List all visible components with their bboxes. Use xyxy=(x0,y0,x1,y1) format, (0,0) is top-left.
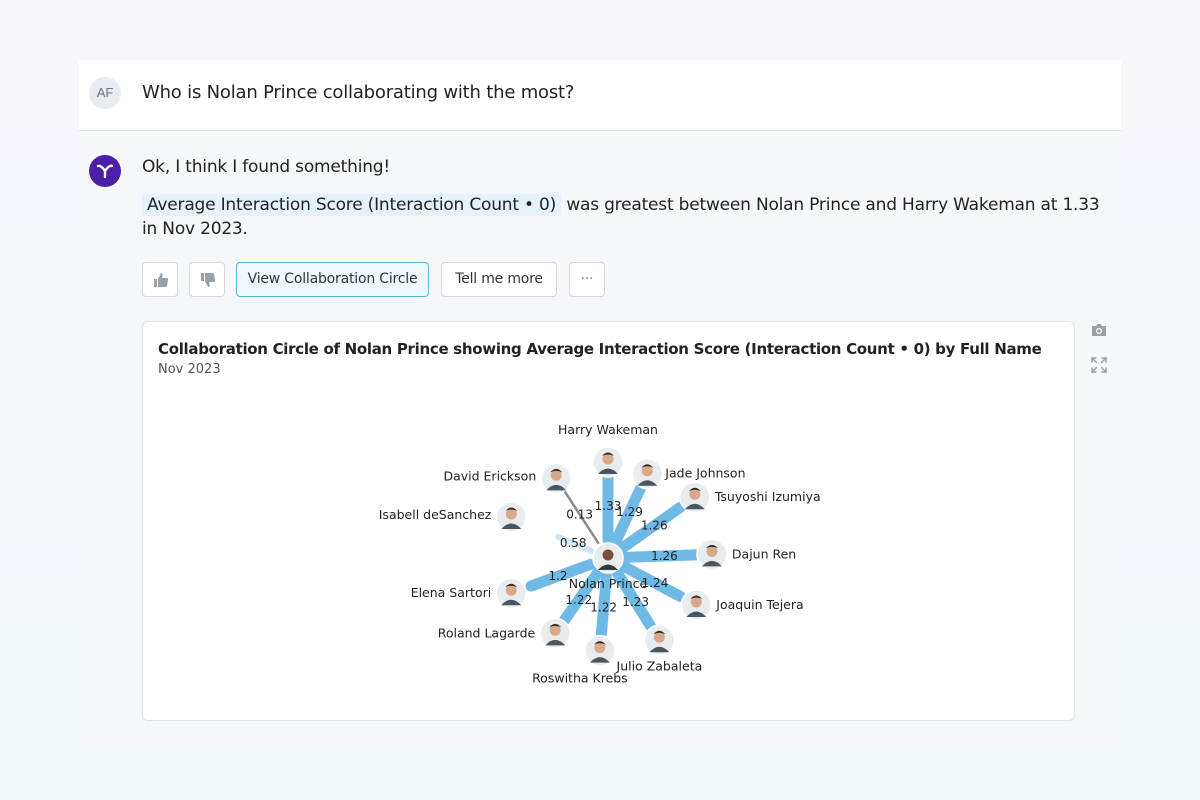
person-avatar[interactable] xyxy=(631,457,664,490)
person-name-label: Roswitha Krebs xyxy=(532,671,628,686)
value-label: 1.26 xyxy=(651,549,678,563)
person-avatar[interactable] xyxy=(592,446,624,478)
person-name-label: Jade Johnson xyxy=(664,466,745,481)
value-label: 0.13 xyxy=(566,507,593,521)
thumbs-up-icon xyxy=(154,273,169,287)
person-name-label: Joaquin Tejera xyxy=(715,597,803,612)
user-avatar: AF xyxy=(89,77,121,109)
person-name-label: Isabell deSanchez xyxy=(379,507,492,522)
view-collaboration-circle-button[interactable]: View Collaboration Circle xyxy=(236,262,429,297)
value-label: 1.22 xyxy=(565,593,592,607)
thumbs-down-button[interactable] xyxy=(189,262,225,297)
person-name-label: Elena Sartori xyxy=(411,585,492,600)
person-name-label: Harry Wakeman xyxy=(558,422,658,437)
person-avatar[interactable] xyxy=(680,589,713,621)
user-question-row: AF Who is Nolan Prince collaborating wit… xyxy=(79,60,1121,131)
assistant-logo-icon xyxy=(89,155,121,187)
camera-icon[interactable] xyxy=(1089,320,1109,340)
more-options-button[interactable]: ··· xyxy=(569,262,605,297)
person-avatar[interactable] xyxy=(643,624,676,657)
metric-chip[interactable]: Average Interaction Score (Interaction C… xyxy=(142,194,562,216)
collaboration-circle-chart: 1.33Harry Wakeman1.29Jade Johnson1.26Tsu… xyxy=(379,422,821,686)
center-name-label: Nolan Prince xyxy=(569,576,648,591)
value-label: 1.23 xyxy=(622,595,649,609)
person-avatar[interactable] xyxy=(540,462,573,495)
person-avatar[interactable] xyxy=(539,617,571,650)
person-avatar[interactable] xyxy=(696,538,728,571)
chart-card: Collaboration Circle of Nolan Prince sho… xyxy=(142,321,1075,721)
person-name-label: Tsuyoshi Izumiya xyxy=(714,489,821,504)
thumbs-up-button[interactable] xyxy=(142,262,178,297)
person-name-label: Julio Zabaleta xyxy=(616,658,703,673)
value-label: 0.58 xyxy=(560,536,587,550)
assistant-answer: Average Interaction Score (Interaction C… xyxy=(142,193,1112,241)
value-label: 1.2 xyxy=(548,569,567,583)
value-label: 1.26 xyxy=(641,519,668,533)
person-name-label: David Erickson xyxy=(443,468,536,483)
person-avatar[interactable] xyxy=(584,634,616,667)
thumbs-down-icon xyxy=(201,273,216,287)
person-avatar[interactable] xyxy=(679,481,711,513)
expand-icon[interactable] xyxy=(1089,355,1109,375)
value-label: 1.29 xyxy=(616,505,643,519)
tell-me-more-button[interactable]: Tell me more xyxy=(441,262,557,297)
assistant-intro-text: Ok, I think I found something! xyxy=(142,157,391,177)
center-avatar[interactable] xyxy=(592,542,624,574)
chat-panel: AF Who is Nolan Prince collaborating wit… xyxy=(79,60,1121,740)
person-avatar[interactable] xyxy=(495,577,527,609)
person-name-label: Roland Lagarde xyxy=(438,625,536,640)
person-avatar[interactable] xyxy=(495,501,528,533)
user-question-text: Who is Nolan Prince collaborating with t… xyxy=(142,82,575,103)
person-name-label: Dajun Ren xyxy=(732,546,796,561)
value-label: 1.22 xyxy=(590,601,617,615)
